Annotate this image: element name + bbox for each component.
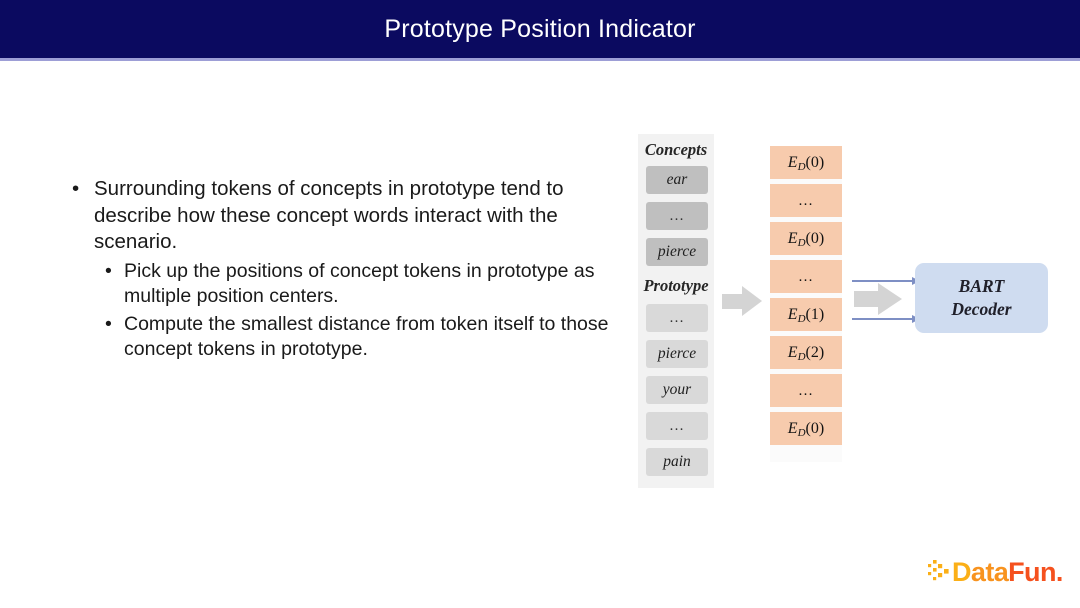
prototype-heading: Prototype xyxy=(643,276,709,295)
bullet-text: Pick up the positions of concept tokens … xyxy=(124,259,595,308)
concept-token-label: pierce xyxy=(657,243,697,260)
prototype-token-box: pain xyxy=(646,448,708,476)
bullet-list: • Surrounding tokens of concepts in prot… xyxy=(66,176,626,365)
embedding-box: … xyxy=(770,374,842,407)
prototype-token-box: your xyxy=(646,376,708,404)
embedding-box: ED(1) xyxy=(770,298,842,331)
embedding-box: … xyxy=(770,260,842,293)
embedding-ellipsis: … xyxy=(798,383,814,399)
datafun-dots-icon xyxy=(928,560,949,581)
datafun-logo: DataFun. xyxy=(928,554,1063,590)
logo-part-f: F xyxy=(1008,557,1025,587)
bullet-item-level1: • Surrounding tokens of concepts in prot… xyxy=(66,176,626,256)
prototype-token-box: … xyxy=(646,304,708,332)
prototype-token-label: … xyxy=(669,310,685,326)
embedding-ellipsis: … xyxy=(798,193,814,209)
prototype-token-box: … xyxy=(646,412,708,440)
bullet-marker-icon: • xyxy=(72,177,80,200)
bullet-text: Compute the smallest distance from token… xyxy=(124,312,609,361)
embedding-box: ED(0) xyxy=(770,146,842,179)
prototype-token-label: your xyxy=(662,381,692,398)
embedding-box: ED(0) xyxy=(770,412,842,445)
logo-part-un: un. xyxy=(1024,557,1063,587)
block-arrow-right-icon xyxy=(854,283,902,315)
concept-token-box: pierce xyxy=(646,238,708,266)
bart-decoder-box: BART Decoder xyxy=(915,263,1048,333)
logo-part-d: D xyxy=(952,557,972,587)
logo-part-ata: ata xyxy=(970,557,1009,587)
prototype-token-label: pierce xyxy=(657,345,697,362)
embedding-box: ED(0) xyxy=(770,222,842,255)
block-arrow-right-icon xyxy=(722,286,764,317)
bullet-sublist: • Pick up the positions of concept token… xyxy=(102,259,626,363)
datafun-wordmark: DataFun. xyxy=(952,554,1063,590)
decoder-title-line1: BART xyxy=(958,276,1005,296)
prototype-token-label: pain xyxy=(663,453,691,470)
bullet-text: Surrounding tokens of concepts in protot… xyxy=(94,177,564,253)
bullet-marker-icon: • xyxy=(105,259,112,282)
embedding-box: … xyxy=(770,184,842,217)
prototype-token-label: … xyxy=(669,418,685,434)
page-title: Prototype Position Indicator xyxy=(384,15,696,43)
concepts-heading: Concepts xyxy=(644,140,708,159)
architecture-diagram: Concepts ear … pierce Prototype … pierce… xyxy=(630,130,1070,500)
concept-token-box: … xyxy=(646,202,708,230)
concept-token-box: ear xyxy=(646,166,708,194)
token-panel: Concepts ear … pierce Prototype … pierce… xyxy=(638,134,714,488)
concept-token-label: ear xyxy=(666,171,688,188)
concept-token-label: … xyxy=(669,208,685,224)
bullet-item-level2: • Pick up the positions of concept token… xyxy=(102,259,626,310)
prototype-token-box: pierce xyxy=(646,340,708,368)
embedding-box: ED(2) xyxy=(770,336,842,369)
embedding-ellipsis: … xyxy=(798,269,814,285)
bullet-item-level2: • Compute the smallest distance from tok… xyxy=(102,312,626,363)
title-underline-divider xyxy=(0,58,1080,61)
decoder-title-line2: Decoder xyxy=(951,299,1012,319)
embedding-column: ED(0) … ED(0) … ED(1) ED(2) … ED(0) xyxy=(770,146,842,462)
slide-title-bar: Prototype Position Indicator xyxy=(0,0,1080,58)
bullet-marker-icon: • xyxy=(105,312,112,335)
